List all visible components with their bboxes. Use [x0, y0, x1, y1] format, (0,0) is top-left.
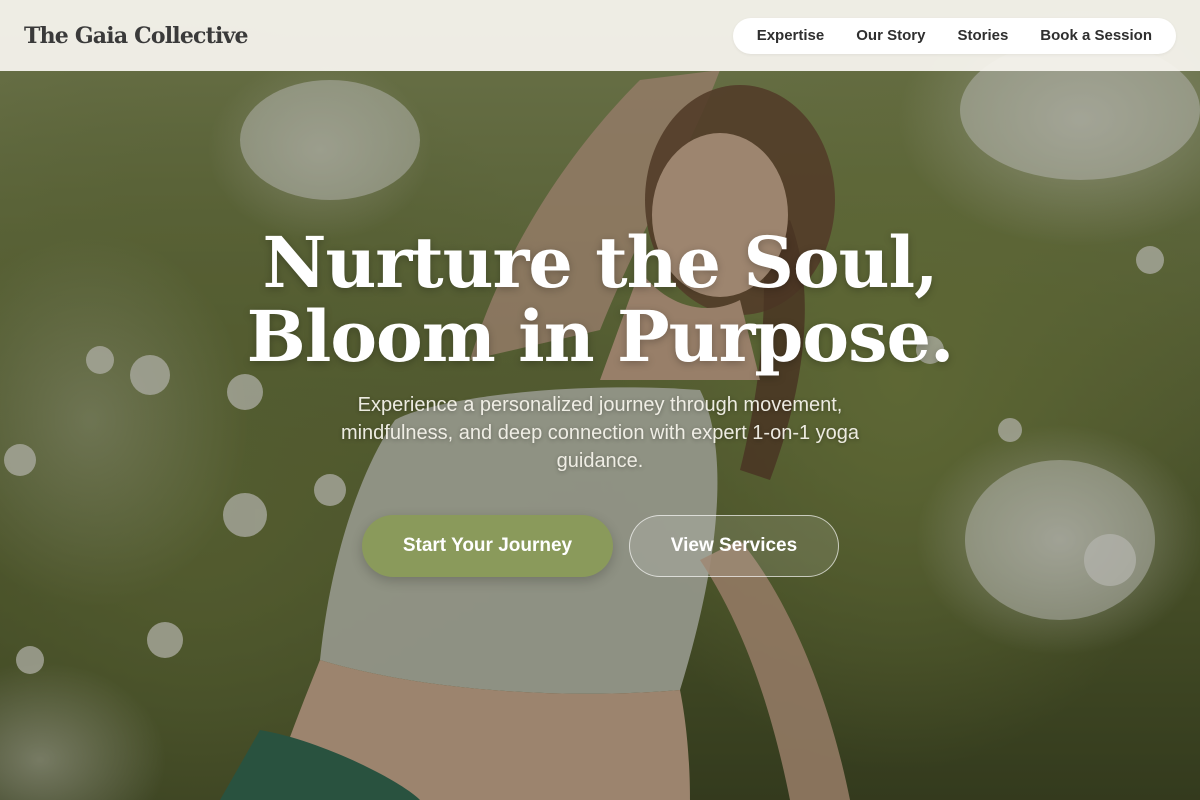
hero-subtitle: Experience a personalized journey throug…	[340, 394, 860, 472]
brand-logo[interactable]: The Gaia Collective	[24, 23, 249, 49]
nav-link-stories[interactable]: Stories	[941, 18, 1024, 54]
nav-link-book-session[interactable]: Book a Session	[1024, 18, 1168, 54]
nav-link-expertise[interactable]: Expertise	[741, 18, 841, 54]
hero-headline: Nurture the Soul, Bloom in Purpose.	[0, 226, 1200, 374]
main-nav: Expertise Our Story Stories Book a Sessi…	[732, 17, 1176, 54]
view-services-button[interactable]: View Services	[629, 515, 839, 577]
hero-headline-line1: Nurture the Soul,	[262, 221, 938, 304]
nav-link-our-story[interactable]: Our Story	[840, 18, 941, 54]
hero-headline-line2: Bloom in Purpose.	[246, 295, 955, 378]
start-journey-button[interactable]: Start Your Journey	[362, 515, 613, 577]
site-header: The Gaia Collective Expertise Our Story …	[0, 0, 1200, 71]
